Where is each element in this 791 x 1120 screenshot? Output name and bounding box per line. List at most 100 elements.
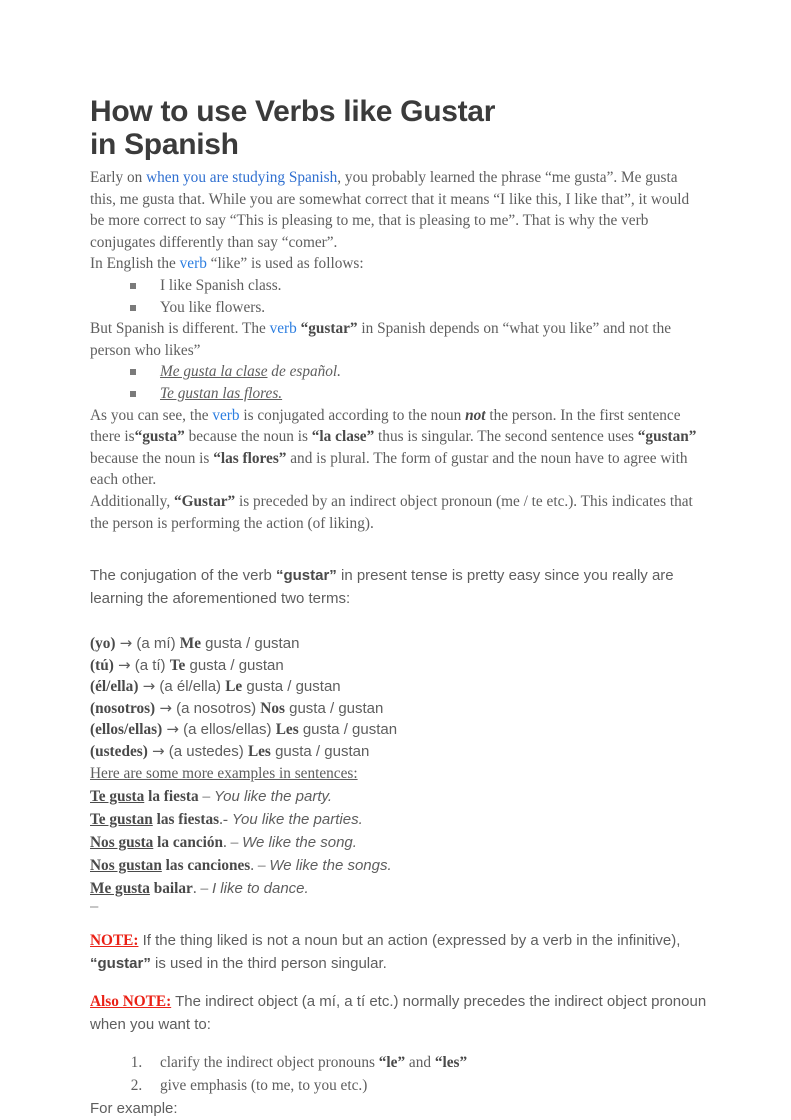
example-english: You like the parties. [231,811,363,829]
example-spanish-head: Te gusta [90,788,145,806]
note-text-a: If the thing liked is not a noun but an … [138,932,681,950]
also-note-text: The indirect object (a mí, a tí etc.) no… [90,993,707,1034]
conjugation-indirect: (a tí) [134,656,166,674]
conjugation-pronoun: Le [225,678,243,696]
note-text-b: is used in the third person singular. [150,955,387,973]
arrow-icon: → [166,720,179,739]
conjugation-subject: (ellos/ellas) [90,721,163,739]
english-usage-text-after: “like” is used as follows: [206,255,364,273]
example-separator: . – [192,880,212,898]
conjugation-indirect: (a él/ella) [159,678,222,696]
example-spanish-noun: bailar [149,880,193,898]
page-title: How to use Verbs like Gustar in Spanish [90,95,707,161]
intro-paragraph: Early on when you are studying Spanish, … [90,167,707,253]
example-spanish-head: Nos gusta [90,834,154,852]
square-bullet-icon [130,282,136,289]
example-spanish-noun: la canción [153,834,224,852]
list-item-underlined: Me gusta la clase [160,363,268,381]
list-item: You like flowers. [90,297,707,319]
list-item: Me gusta la clase de español. [90,361,707,383]
example-spanish-noun: la fiesta [144,788,199,806]
conjugation-forms: gusta / gustan [275,742,370,760]
list-item: Te gustan las flores. [90,383,707,405]
gustar-bold-3: “gustar” [275,567,337,585]
gusta-bold: “gusta” [134,428,185,446]
le-bold: “le” [378,1054,406,1072]
conjugation-indirect: (a ustedes) [168,742,244,760]
english-examples-list: I like Spanish class. You like flowers. [90,275,707,318]
example-row: Nos gusta la canción. – We like the song… [90,831,707,854]
arrow-icon: → [151,741,165,760]
verb-link-1[interactable]: verb [180,255,207,272]
list-item: give emphasis (to me, to you etc.) [146,1074,707,1097]
example-separator: .- [219,811,232,829]
example-row: Te gustan las fiestas.- You like the par… [90,808,707,831]
list-item-label: I like Spanish class. [160,276,282,294]
gustar-bold-1: “gustar” [300,320,358,338]
spanish-intro-text-a: But Spanish is different. The [90,320,270,338]
conjugation-subject: (ustedes) [90,742,148,760]
conjugation-forms: gusta / gustan [246,678,341,696]
las-flores-bold: “las flores” [213,449,287,467]
example-row: Te gusta la fiesta – You like the party. [90,785,707,808]
list-item-text-a: clarify the indirect object pronouns [160,1054,379,1072]
list-item: I like Spanish class. [90,275,707,297]
list-item-text-c: and [405,1054,435,1072]
english-usage-lead: In English the verb “like” is used as fo… [90,253,707,275]
conjugation-subject: (nosotros) [90,699,156,717]
studying-spanish-link[interactable]: when you are studying Spanish [146,169,337,186]
more-examples-list: Te gusta la fiesta – You like the party.… [90,785,707,900]
square-bullet-icon [130,304,136,311]
conjugation-subject: (él/ella) [90,678,139,696]
verb-link-2[interactable]: verb [270,320,297,337]
verb-link-3[interactable]: verb [212,407,239,424]
conjugation-intro-paragraph: The conjugation of the verb “gustar” in … [90,564,707,610]
conjugation-forms: gusta / gustan [205,635,300,653]
closing-line: For example: [90,1100,178,1118]
explanation-paragraph: As you can see, the verb is conjugated a… [90,405,707,491]
arrow-icon: → [142,677,156,696]
more-examples-heading: Here are some more examples in sentences… [90,765,358,783]
page-title-line-1: How to use Verbs like Gustar [90,95,496,128]
explanation-text-e: thus is singular. The second sentence us… [374,428,638,446]
conjugation-row: (ellos/ellas) → (a ellos/ellas) Les gust… [90,719,707,741]
example-english: We like the songs. [269,857,392,875]
example-row: Nos gustan las canciones. – We like the … [90,854,707,877]
gustar-bold-2: “Gustar” [173,492,236,510]
page-title-line-2: in Spanish [90,128,239,161]
example-spanish-noun: las fiestas [152,811,220,829]
intro-text-before-link: Early on [90,169,147,186]
example-spanish-head: Me gusta [90,880,150,898]
arrow-icon: → [159,698,172,717]
conjugation-forms: gusta / gustan [289,699,384,717]
conjugation-indirect: (a mí) [136,635,176,653]
conjugation-forms: gusta / gustan [302,721,398,739]
example-spanish-head: Te gustan [90,811,153,829]
les-bold: “les” [434,1054,468,1072]
arrow-icon: → [119,634,133,653]
english-usage-text-before: In English the [90,255,180,273]
la-clase-bold: “la clase” [311,428,375,446]
list-item-underlined: Te gustan las flores. [160,384,283,402]
spanish-examples-list: Me gusta la clase de español. Te gustan … [90,361,707,404]
conjugation-row: (tú) → (a tí) Te gusta / gustan [90,655,707,677]
explanation-text-f: because the noun is [90,449,214,467]
explanation-text-b: is conjugated according to the noun [239,406,466,424]
conjugation-row: (nosotros) → (a nosotros) Nos gusta / gu… [90,698,707,720]
square-bullet-icon [130,369,136,376]
additionally-paragraph: Additionally, “Gustar” is preceded by an… [90,491,707,534]
note-paragraph: NOTE: If the thing liked is not a noun b… [90,929,707,975]
arrow-icon: → [117,655,131,674]
conjugation-row: (ustedes) → (a ustedes) Les gusta / gust… [90,741,707,763]
conjugation-subject: (yo) [90,635,116,653]
explanation-text-d: because the noun is [184,428,312,446]
document-page: How to use Verbs like Gustar in Spanish … [0,0,791,1117]
gustar-bold-4: “gustar” [90,955,151,973]
not-emphasis: not [465,406,486,424]
square-bullet-icon [130,390,136,397]
example-separator: – [198,788,214,806]
example-spanish-noun: las canciones [161,857,251,875]
spanish-intro-paragraph: But Spanish is different. The verb “gust… [90,318,707,361]
